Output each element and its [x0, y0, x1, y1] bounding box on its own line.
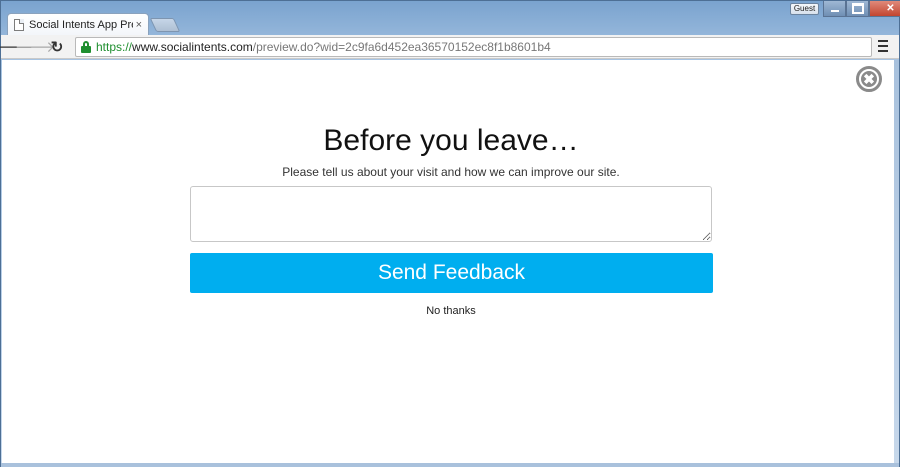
- tab-social-intents-preview[interactable]: Social Intents App Preview ×: [7, 13, 149, 35]
- close-icon: ✕: [886, 3, 895, 14]
- popup-subtext: Please tell us about your visit and how …: [282, 165, 620, 179]
- tab-close-icon[interactable]: ×: [136, 19, 142, 31]
- page-content: ✖ Before you leave… Please tell us about…: [2, 60, 894, 463]
- lock-icon: [80, 40, 92, 54]
- no-thanks-row: No thanks: [2, 305, 900, 317]
- forward-button[interactable]: 🡒: [15, 37, 55, 57]
- feedback-textarea[interactable]: [190, 186, 712, 242]
- window-right-edge: [894, 60, 899, 463]
- send-feedback-button[interactable]: Send Feedback: [190, 253, 713, 293]
- hamburger-menu-icon[interactable]: [878, 40, 888, 52]
- title-bar: Social Intents App Preview × Guest ✕: [1, 1, 900, 35]
- minimize-button[interactable]: [823, 1, 846, 17]
- tab-label: Social Intents App Preview: [29, 18, 133, 31]
- close-popup-button[interactable]: ✖: [856, 66, 882, 92]
- new-tab-button[interactable]: [149, 18, 181, 32]
- window-controls: ✕: [823, 1, 900, 17]
- window-bottom-edge: [1, 463, 899, 467]
- close-circle-icon: ✖: [861, 71, 877, 87]
- close-window-button[interactable]: ✕: [869, 1, 900, 17]
- popup-heading: Before you leave…: [323, 124, 579, 157]
- url-scheme: https://: [96, 40, 133, 54]
- reload-button[interactable]: ↻: [47, 37, 67, 57]
- url-path: /preview.do?wid=2c9fa6d452ea36570152ec8f…: [252, 40, 551, 54]
- browser-toolbar: 🡐 🡒 ↻ https:// www.socialintents.com /pr…: [0, 35, 899, 59]
- maximize-button[interactable]: [846, 1, 869, 17]
- reload-icon: ↻: [50, 38, 64, 56]
- browser-window: Social Intents App Preview × Guest ✕ 🡐 🡒…: [0, 0, 900, 467]
- profile-button[interactable]: Guest: [790, 3, 819, 15]
- no-thanks-link[interactable]: No thanks: [426, 305, 476, 317]
- url-host: www.socialintents.com: [132, 40, 253, 54]
- page-icon: [14, 18, 24, 31]
- address-bar[interactable]: https:// www.socialintents.com /preview.…: [75, 37, 872, 57]
